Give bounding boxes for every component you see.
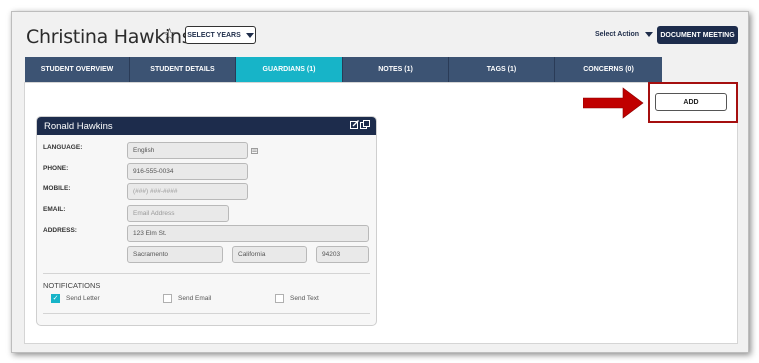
email-label: EMAIL: (43, 206, 66, 213)
send-text-checkbox[interactable]: Send Text (275, 294, 319, 303)
send-text-label: Send Text (290, 295, 319, 302)
state-field[interactable]: California (232, 246, 307, 263)
email-field[interactable]: Email Address (127, 205, 229, 222)
caret-down-icon (645, 32, 654, 37)
address-label: ADDRESS: (43, 227, 77, 234)
guardian-card-header: Ronald Hawkins (37, 117, 376, 135)
send-letter-checkbox[interactable]: ✓ Send Letter (51, 294, 100, 303)
language-label: LANGUAGE: (43, 144, 83, 151)
select-action-dropdown[interactable]: Select Action (595, 31, 654, 38)
document-meeting-button[interactable]: DOCUMENT MEETING (657, 26, 738, 44)
tab-tags[interactable]: TAGS (1) (449, 57, 555, 82)
divider (43, 313, 370, 314)
send-letter-label: Send Letter (66, 295, 100, 302)
divider (43, 273, 370, 274)
keyboard-icon[interactable] (251, 148, 258, 154)
star-outline-icon[interactable]: ☆ (162, 25, 177, 45)
select-years-label: SELECT YEARS (187, 31, 241, 39)
guardian-card: Ronald Hawkins LANGUAGE: English PHONE: … (36, 116, 377, 326)
mobile-field[interactable]: (###) ###-#### (127, 183, 248, 200)
select-years-button[interactable]: SELECT YEARS (185, 26, 256, 44)
check-icon[interactable]: ✓ (51, 294, 60, 303)
tab-student-details[interactable]: STUDENT DETAILS (130, 57, 236, 82)
language-field[interactable]: English (127, 142, 248, 159)
checkbox-box[interactable] (275, 294, 284, 303)
caret-down-icon (245, 32, 254, 38)
guardian-name: Ronald Hawkins (44, 120, 113, 132)
add-guardian-button[interactable]: ADD (655, 93, 727, 111)
checkbox-box[interactable] (163, 294, 172, 303)
app-frame: Christina Hawkins ☆ SELECT YEARS Select … (11, 11, 749, 353)
street-field[interactable]: 123 Elm St. (127, 225, 369, 242)
red-arrow-icon (583, 87, 644, 119)
tab-concerns[interactable]: CONCERNS (0) (555, 57, 662, 82)
tab-guardians[interactable]: GUARDIANS (1) (236, 57, 343, 82)
copy-icon[interactable] (360, 120, 370, 129)
tab-bar: STUDENT OVERVIEW STUDENT DETAILS GUARDIA… (25, 57, 662, 82)
zip-field[interactable]: 94203 (316, 246, 369, 263)
phone-field[interactable]: 916-555-0034 (127, 163, 248, 180)
tab-notes[interactable]: NOTES (1) (343, 57, 449, 82)
send-email-label: Send Email (178, 295, 212, 302)
city-field[interactable]: Sacramento (127, 246, 223, 263)
select-action-label: Select Action (595, 31, 640, 38)
mobile-label: MOBILE: (43, 185, 71, 192)
tab-student-overview[interactable]: STUDENT OVERVIEW (25, 57, 130, 82)
edit-icon[interactable] (350, 120, 359, 129)
phone-label: PHONE: (43, 165, 69, 172)
send-email-checkbox[interactable]: Send Email (163, 294, 211, 303)
notifications-title: NOTIFICATIONS (43, 281, 101, 290)
